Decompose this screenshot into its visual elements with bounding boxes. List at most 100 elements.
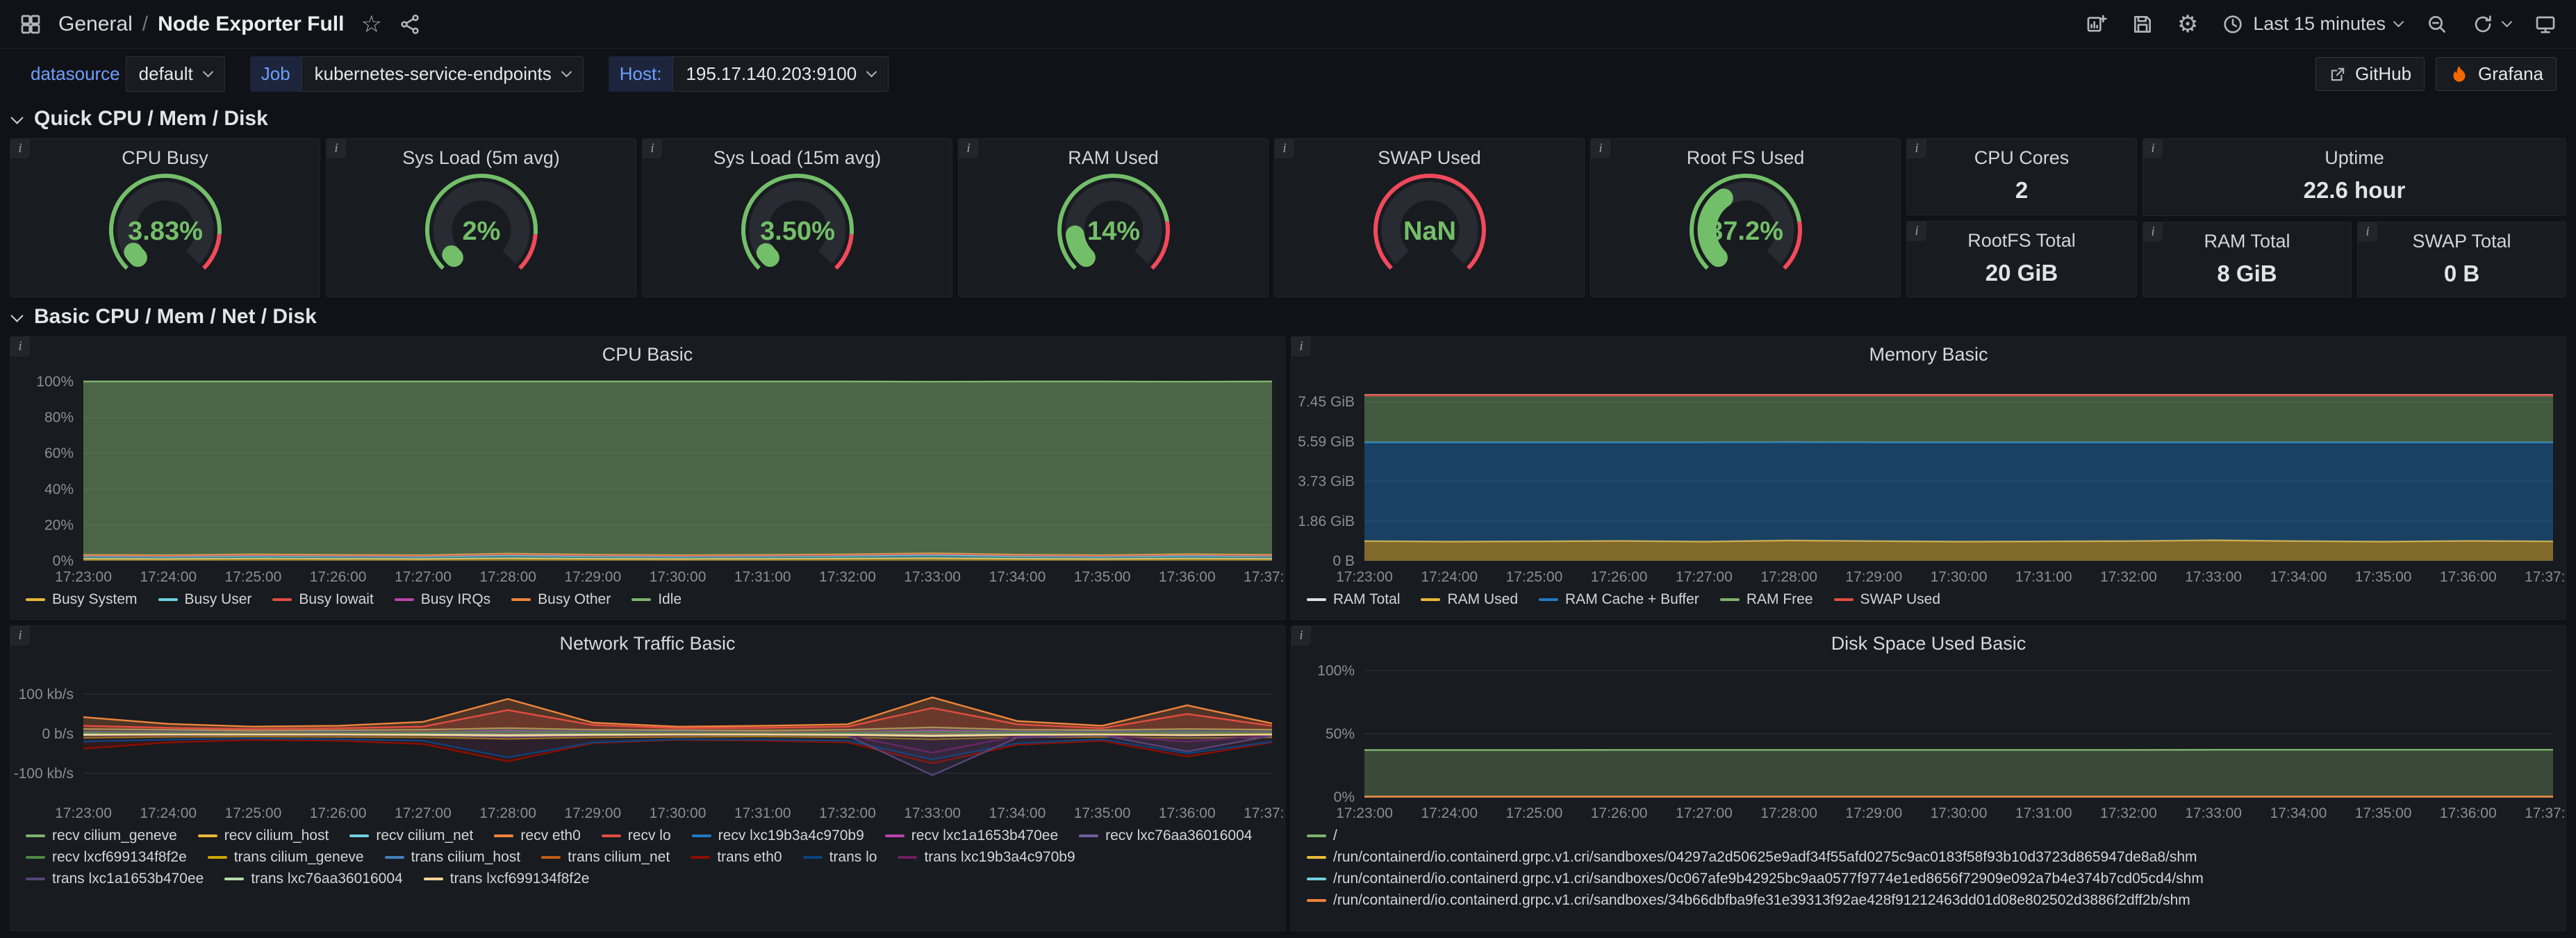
settings-gear-icon[interactable]: ⚙ bbox=[2177, 13, 2198, 36]
github-link-button[interactable]: GitHub bbox=[2315, 57, 2425, 91]
info-icon[interactable]: i bbox=[1291, 626, 1311, 645]
legend-item[interactable]: RAM Used bbox=[1421, 591, 1518, 608]
legend-swatch bbox=[691, 856, 710, 859]
info-icon[interactable]: i bbox=[1591, 139, 1610, 158]
info-icon[interactable]: i bbox=[2358, 222, 2377, 242]
info-icon[interactable]: i bbox=[643, 139, 662, 158]
panel-title[interactable]: Network Traffic Basic bbox=[10, 626, 1285, 661]
legend-item[interactable]: /run/containerd/io.containerd.grpc.v1.cr… bbox=[1307, 871, 2204, 887]
info-icon[interactable]: i bbox=[959, 139, 978, 158]
legend-item[interactable]: RAM Free bbox=[1720, 591, 1813, 608]
info-icon[interactable]: i bbox=[1907, 222, 1926, 241]
legend-item[interactable]: recv lxc19b3a4c970b9 bbox=[692, 828, 864, 844]
svg-text:17:24:00: 17:24:00 bbox=[1421, 569, 1478, 585]
legend-item[interactable]: trans lxc76aa36016004 bbox=[224, 871, 402, 887]
tv-monitor-icon[interactable] bbox=[2534, 13, 2557, 35]
sys-load-5m-gauge: 2% bbox=[391, 172, 572, 281]
refresh-picker[interactable] bbox=[2472, 13, 2511, 35]
legend-item[interactable]: trans lo bbox=[803, 849, 877, 866]
legend-item[interactable]: /run/containerd/io.containerd.grpc.v1.cr… bbox=[1307, 849, 2204, 866]
info-icon[interactable]: i bbox=[2143, 139, 2163, 158]
share-icon[interactable] bbox=[399, 13, 421, 35]
legend-item[interactable]: / bbox=[1307, 828, 2204, 844]
star-icon[interactable]: ☆ bbox=[361, 13, 381, 36]
legend-item[interactable]: recv cilium_geneve bbox=[26, 828, 177, 844]
legend-item[interactable]: recv lxc76aa36016004 bbox=[1079, 828, 1252, 844]
svg-text:17:24:00: 17:24:00 bbox=[1421, 805, 1478, 821]
legend-item[interactable]: recv eth0 bbox=[494, 828, 580, 844]
panel-title[interactable]: Sys Load (15m avg) bbox=[713, 147, 882, 169]
info-icon[interactable]: i bbox=[327, 139, 346, 158]
legend-item[interactable]: recv lxcf699134f8f2e bbox=[26, 849, 187, 866]
panel-title[interactable]: SWAP Total bbox=[2412, 231, 2511, 252]
legend-item[interactable]: trans cilium_host bbox=[385, 849, 521, 866]
row-header-basic[interactable]: Basic CPU / Mem / Net / Disk bbox=[0, 297, 2576, 336]
panel-title[interactable]: RAM Used bbox=[1068, 147, 1159, 169]
legend-item[interactable]: SWAP Used bbox=[1834, 591, 1941, 608]
legend-item[interactable]: recv cilium_net bbox=[349, 828, 473, 844]
legend-item[interactable]: trans lxc1a1653b470ee bbox=[26, 871, 204, 887]
legend-item[interactable]: trans lxc19b3a4c970b9 bbox=[898, 849, 1075, 866]
row-header-quick[interactable]: Quick CPU / Mem / Disk bbox=[0, 99, 2576, 138]
panel-title[interactable]: Memory Basic bbox=[1291, 337, 2566, 372]
chevron-down-icon bbox=[10, 309, 23, 322]
legend-item[interactable]: trans cilium_geneve bbox=[208, 849, 364, 866]
network-traffic-chart[interactable]: 17:23:0017:24:0017:25:0017:26:0017:27:00… bbox=[10, 661, 1285, 825]
legend-item[interactable]: Busy User bbox=[158, 591, 252, 608]
zoom-out-icon[interactable] bbox=[2426, 13, 2448, 35]
panel-title[interactable]: Uptime bbox=[2325, 147, 2384, 169]
legend-item[interactable]: Busy Iowait bbox=[272, 591, 373, 608]
panel-title[interactable]: RAM Total bbox=[2204, 231, 2290, 252]
job-dropdown[interactable]: kubernetes-service-endpoints bbox=[302, 56, 584, 92]
panel-title[interactable]: Root FS Used bbox=[1687, 147, 1805, 169]
dashboards-grid-icon[interactable] bbox=[19, 13, 42, 35]
info-icon[interactable]: i bbox=[2143, 222, 2163, 242]
memory-basic-chart[interactable]: 17:23:0017:24:0017:25:0017:26:0017:27:00… bbox=[1291, 372, 2566, 589]
info-icon[interactable]: i bbox=[1275, 139, 1294, 158]
legend-item[interactable]: trans cilium_net bbox=[541, 849, 670, 866]
svg-text:50%: 50% bbox=[1326, 726, 1355, 742]
legend-item[interactable]: Idle bbox=[631, 591, 682, 608]
legend-item[interactable]: recv lo bbox=[602, 828, 671, 844]
legend-item[interactable]: /run/containerd/io.containerd.grpc.v1.cr… bbox=[1307, 892, 2204, 909]
host-dropdown[interactable]: 195.17.140.203:9100 bbox=[672, 56, 889, 92]
legend-item[interactable]: recv lxc1a1653b470ee bbox=[885, 828, 1058, 844]
time-range-picker[interactable]: Last 15 minutes bbox=[2222, 13, 2402, 35]
info-icon[interactable]: i bbox=[10, 139, 30, 158]
cpu-basic-chart[interactable]: 17:23:0017:24:0017:25:0017:26:0017:27:00… bbox=[10, 372, 1285, 589]
legend-item[interactable]: RAM Cache + Buffer bbox=[1539, 591, 1699, 608]
breadcrumb-folder[interactable]: General bbox=[58, 13, 133, 36]
legend-item[interactable]: trans eth0 bbox=[691, 849, 782, 866]
info-icon[interactable]: i bbox=[10, 626, 30, 645]
panel-title[interactable]: Disk Space Used Basic bbox=[1291, 626, 2566, 661]
legend-item[interactable]: Busy IRQs bbox=[395, 591, 490, 608]
disk-space-chart[interactable]: 17:23:0017:24:0017:25:0017:26:0017:27:00… bbox=[1291, 661, 2566, 825]
info-icon[interactable]: i bbox=[1907, 139, 1926, 158]
legend-item[interactable]: recv cilium_host bbox=[198, 828, 329, 844]
info-icon[interactable]: i bbox=[1291, 337, 1311, 356]
legend-label: RAM Used bbox=[1447, 591, 1518, 608]
grafana-link-button[interactable]: Grafana bbox=[2436, 57, 2557, 91]
info-icon[interactable]: i bbox=[10, 337, 30, 356]
panel-title[interactable]: CPU Busy bbox=[122, 147, 208, 169]
save-dashboard-icon[interactable] bbox=[2131, 13, 2154, 35]
panel-title[interactable]: Sys Load (5m avg) bbox=[402, 147, 560, 169]
panel-title[interactable]: CPU Cores bbox=[1974, 147, 2070, 169]
legend-item[interactable]: Busy System bbox=[26, 591, 138, 608]
legend-swatch bbox=[424, 878, 443, 880]
svg-text:17:35:00: 17:35:00 bbox=[1074, 569, 1131, 585]
legend-item[interactable]: RAM Total bbox=[1307, 591, 1400, 608]
panel-title[interactable]: RootFS Total bbox=[1967, 230, 2076, 252]
chevron-down-icon bbox=[866, 67, 877, 78]
legend-item[interactable]: trans lxcf699134f8f2e bbox=[424, 871, 590, 887]
panel-title[interactable]: SWAP Used bbox=[1378, 147, 1481, 169]
add-panel-icon[interactable] bbox=[2086, 13, 2108, 35]
svg-text:17:23:00: 17:23:00 bbox=[1336, 569, 1393, 585]
panel-title[interactable]: CPU Basic bbox=[10, 337, 1285, 372]
swap-used-gauge: NaN bbox=[1339, 172, 1520, 281]
legend-item[interactable]: Busy Other bbox=[511, 591, 611, 608]
svg-text:17:36:00: 17:36:00 bbox=[1159, 569, 1216, 585]
datasource-dropdown[interactable]: default bbox=[126, 56, 225, 92]
legend-label: SWAP Used bbox=[1860, 591, 1941, 608]
stat-pair: i RAM Total 8 GiB i SWAP Total 0 B bbox=[2142, 222, 2566, 298]
